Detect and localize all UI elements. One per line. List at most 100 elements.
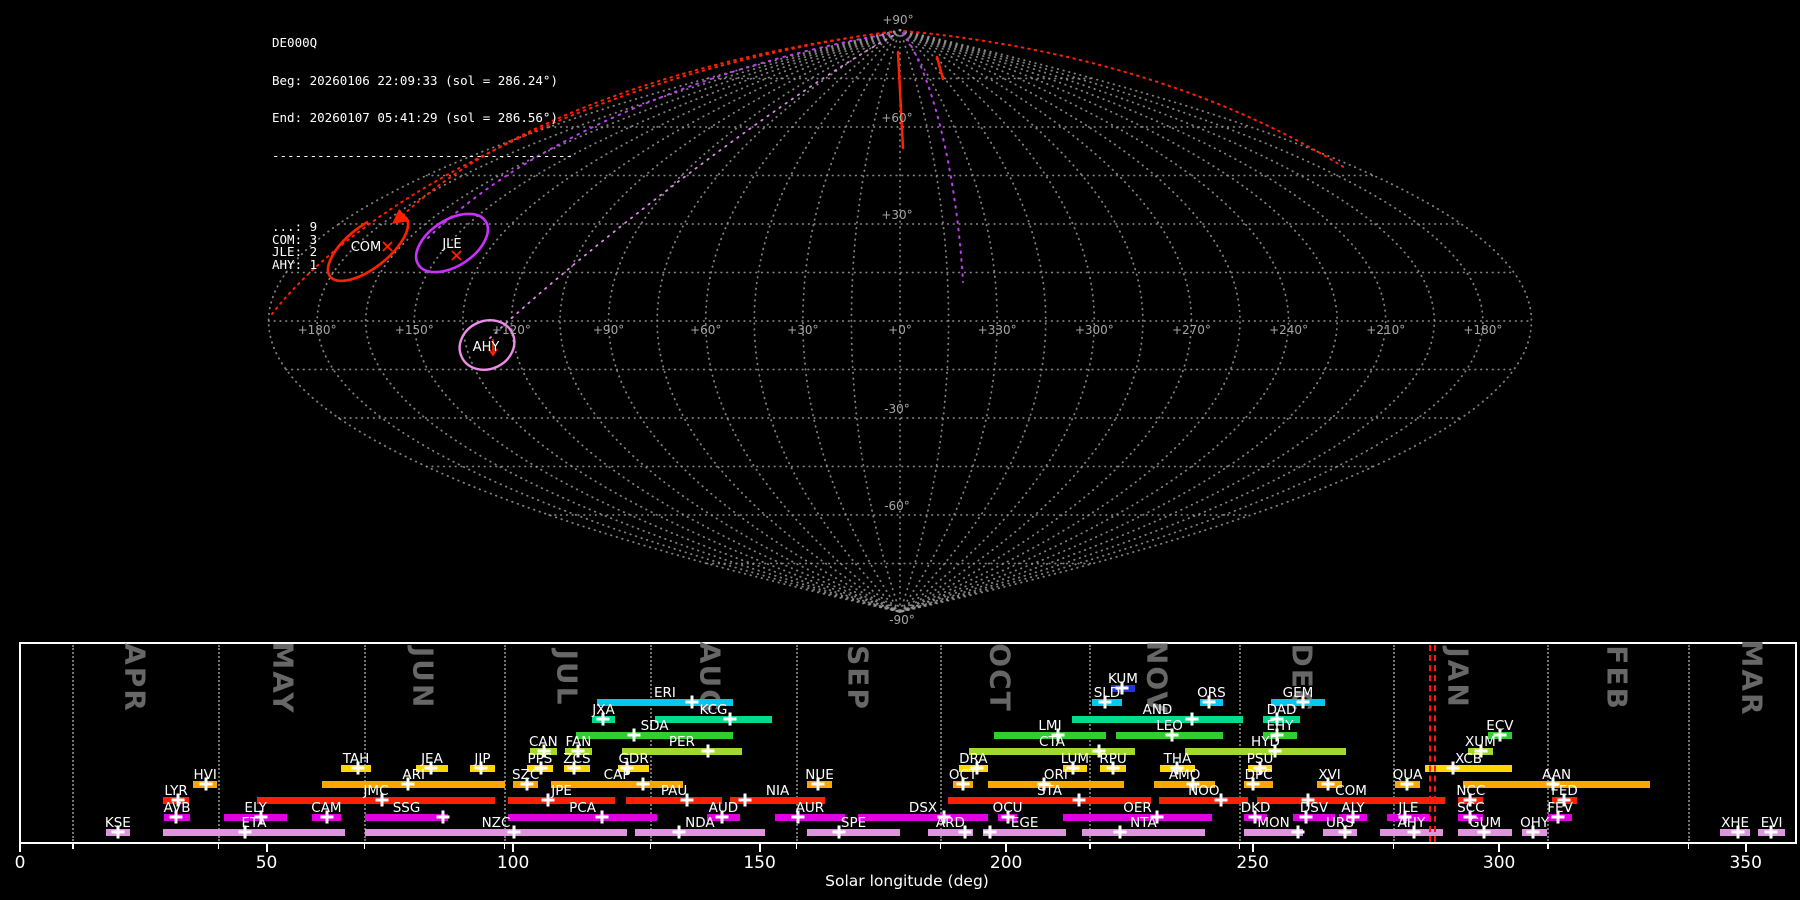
end-time-line: End: 20260107 05:41:29 (sol = 286.56°) [272,110,558,125]
lon-tick-label: +120° [492,323,531,337]
shower-peak-marker [1291,825,1305,839]
shower-peak-marker [595,810,609,824]
red-track-segment-2 [935,55,945,81]
shower-peak-marker [983,825,997,839]
lon-tick-label: +300° [1075,323,1114,337]
shower-peak-marker [1098,695,1112,709]
month-minor-tick [1089,844,1091,849]
lat-tick-label: +90° [882,13,913,27]
shower-peak-marker [111,825,125,839]
month-label: JUN [406,646,440,710]
x-axis-title: Solar longitude (deg) [825,872,989,890]
shower-code-label: OER [1123,800,1152,816]
lat-tick-label: -90° [889,613,915,627]
axis-tick-label: 100 [496,853,530,873]
shower-code-label: NDA [685,815,715,831]
shower-peak-marker [520,777,534,791]
shower-peak-marker [238,825,252,839]
shower-peak-marker [1446,761,1460,775]
shower-peak-marker [1106,761,1120,775]
shower-peak-marker [723,712,737,726]
red-track-segment [896,50,905,150]
axis-tick [1251,844,1254,852]
shower-code-label: CTA [1039,734,1065,750]
shower-code-label: ERI [653,685,676,701]
shower-peak-marker [1731,825,1745,839]
month-minor-tick [1238,844,1241,849]
shower-peak-marker [169,810,183,824]
lon-tick-label: +210° [1366,323,1405,337]
axis-tick-label: 200 [989,853,1023,873]
shower-peak-marker [791,810,805,824]
shower-peak-marker [351,761,365,775]
month-label: JUL [550,649,584,707]
shower-code-label: EGE [1010,815,1039,831]
shower-peak-marker [1185,712,1199,726]
shower-peak-marker [596,712,610,726]
shower-peak-marker [956,777,970,791]
shower-peak-marker [672,825,686,839]
month-label: FEB [1600,645,1634,711]
shower-peak-marker [1113,825,1127,839]
shower-peak-marker [436,810,450,824]
month-separator-line [1687,645,1690,841]
month-label: JAN [1441,647,1475,709]
shower-code-label: NTA [1130,815,1157,831]
lat-tick-label: +60° [881,111,912,125]
shower-code-label: CAP [603,767,631,783]
shower-code-label: PER [668,734,695,750]
month-minor-tick [503,844,506,849]
shower-peak-marker [1066,761,1080,775]
lat-tick-label: -60° [884,499,910,513]
shower-peak-marker [1072,793,1086,807]
meteor-radiant-activity-plot: { "header": { "station": "DE000Q", "beg"… [0,0,1800,900]
shower-peak-marker [1202,695,1216,709]
month-label: MAR [1735,639,1769,717]
shower-peak-marker [680,793,694,807]
shower-code-label: COM [1335,783,1367,799]
current-sol-cursor [1428,645,1436,842]
ecliptic-edge-trail-right [903,30,1346,169]
shower-peak-marker [1526,825,1540,839]
month-label: OCT [983,643,1017,713]
month-minor-tick [72,844,74,849]
shower-peak-marker [715,810,729,824]
ahy-radiant-label: AHY [473,340,500,355]
lon-tick-label: +180° [298,323,337,337]
shower-code-label: NIA [765,783,790,799]
lon-tick-label: +240° [1269,323,1308,337]
shower-peak-marker [1214,793,1228,807]
month-minor-tick [795,844,798,849]
month-separator-line [72,645,75,841]
shower-peak-marker [685,695,699,709]
axis-tick [1498,844,1501,852]
month-separator-line [363,645,366,841]
station-id: DE000Q [272,35,318,50]
shower-peak-marker [401,777,415,791]
shower-peak-marker [1551,810,1565,824]
month-separator-line [503,645,506,841]
shower-peak-marker [375,793,389,807]
shower-peak-marker [199,777,213,791]
shower-peak-marker [1338,825,1352,839]
count-line: COM: 3 [272,231,318,247]
axis-tick [19,844,21,852]
month-separator-line [217,645,220,841]
sky-map: COM JLE AHY +180° +150° +120° +90° +60° +30° +… [267,13,1533,627]
shower-peak-marker [636,777,650,791]
shower-code-label: NZC [481,815,511,831]
month-minor-tick [1687,844,1689,849]
month-minor-tick [363,844,366,849]
separator-line: ---------------------------------------- [272,147,574,163]
shower-code-label: AND [1142,702,1173,718]
axis-tick [265,844,268,852]
month-label: MAY [266,641,300,715]
count-line: ...: 9 [272,219,318,234]
month-label: APR [118,643,152,713]
month-minor-tick [939,844,942,849]
shower-peak-marker [320,810,334,824]
shower-peak-marker [1764,825,1778,839]
axis-tick-label: 300 [1482,853,1516,873]
lon-tick-label: +270° [1172,323,1211,337]
shower-peak-marker [738,793,752,807]
